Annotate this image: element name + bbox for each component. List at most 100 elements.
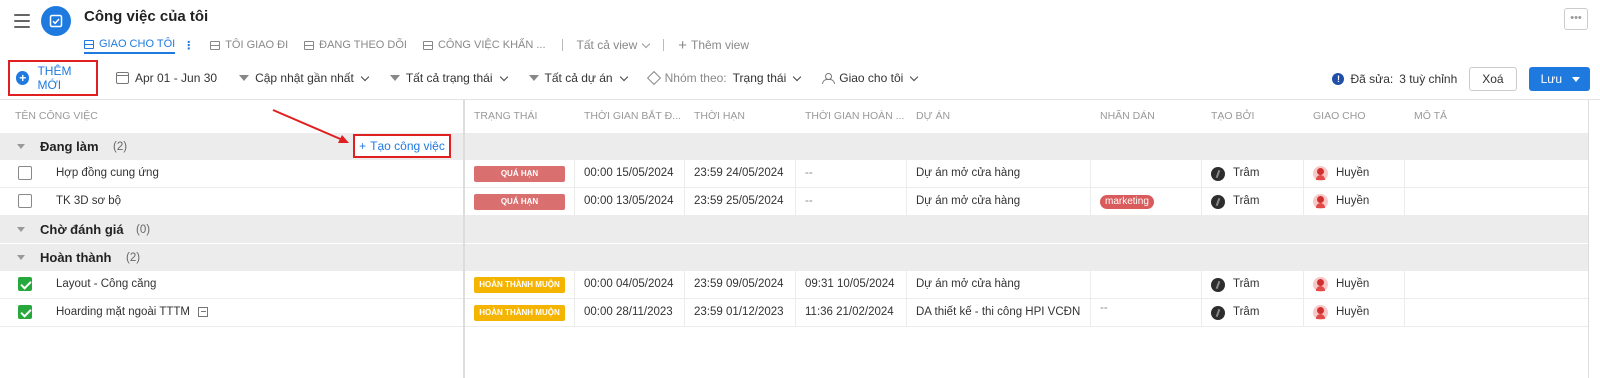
- add-new-button[interactable]: + THÊM MỚI: [8, 60, 98, 96]
- task-name[interactable]: TK 3D sơ bộ: [56, 188, 121, 215]
- table-icon: [84, 39, 94, 49]
- project-name[interactable]: Dự án mở cửa hàng: [916, 271, 1020, 298]
- table-row[interactable]: Layout - Công căng HOÀN THÀNH MUỘN 00:00…: [0, 271, 1588, 299]
- tab-urgent[interactable]: CÔNG VIỆC KHẨN ...: [422, 36, 546, 54]
- more-options-button[interactable]: •••: [1564, 8, 1588, 30]
- project-name[interactable]: Dự án mở cửa hàng: [916, 160, 1020, 187]
- menu-icon[interactable]: [14, 14, 30, 28]
- deadline: 23:59 01/12/2023: [694, 306, 784, 318]
- task-table: TÊN CÔNG VIỆC TRẠNG THÁI THỜI GIAN BẮT Đ…: [0, 99, 1600, 378]
- filter-bar: Apr 01 - Jun 30 Cập nhật gần nhất Tất cả…: [116, 70, 939, 86]
- add-view-button[interactable]: + Thêm view: [678, 38, 749, 53]
- collapse-caret-icon[interactable]: [17, 144, 25, 149]
- avatar: [1313, 277, 1328, 292]
- start-time: 00:00 04/05/2024: [584, 278, 674, 290]
- status-badge[interactable]: HOÀN THÀNH MUỘN: [474, 305, 565, 321]
- status-badge[interactable]: QUÁ HẠN: [474, 166, 565, 182]
- avatar: [1313, 166, 1328, 181]
- deadline: 23:59 24/05/2024: [694, 167, 784, 179]
- group-row[interactable]: Chờ đánh giá (0): [0, 216, 1588, 243]
- start-time: 00:00 28/11/2023: [584, 306, 673, 318]
- view-actions: ! Đã sửa: 3 tuỳ chỉnh Xoá Lưu: [1332, 67, 1590, 91]
- info-icon: !: [1332, 73, 1345, 85]
- column-header-status[interactable]: TRẠNG THÁI: [474, 100, 574, 133]
- chevron-down-icon: [619, 72, 628, 81]
- divider: [663, 39, 665, 51]
- tab-following[interactable]: ĐANG THEO DÕI: [304, 36, 407, 54]
- group-count: (2): [113, 141, 128, 153]
- completed-time: --: [805, 195, 813, 207]
- assignee-cell: Huyền: [1313, 188, 1369, 215]
- status-badge[interactable]: HOÀN THÀNH MUỘN: [474, 277, 565, 293]
- group-row[interactable]: Đang làm (2): [0, 133, 1588, 160]
- task-name-cell[interactable]: Hoarding mặt ngoài TTTM: [56, 299, 209, 326]
- completed-time: --: [805, 167, 813, 179]
- column-header-completed[interactable]: THỜI GIAN HOÀN ...: [805, 100, 905, 133]
- column-header-assignee[interactable]: GIAO CHO: [1313, 100, 1403, 133]
- collapse-caret-icon[interactable]: [17, 255, 25, 260]
- table-row[interactable]: TK 3D sơ bộ QUÁ HẠN 00:00 13/05/2024 23:…: [0, 188, 1588, 216]
- task-checkbox[interactable]: [18, 194, 32, 208]
- column-header-creator[interactable]: TẠO BỞI: [1211, 100, 1301, 133]
- project-name[interactable]: Dự án mở cửa hàng: [916, 188, 1020, 215]
- tab-options-icon[interactable]: ⋮: [183, 39, 194, 52]
- start-time: 00:00 15/05/2024: [584, 167, 674, 179]
- label-tag[interactable]: marketing: [1100, 195, 1154, 209]
- tab-assigned-to-me[interactable]: GIAO CHO TÔI: [84, 36, 176, 54]
- filter-icon: [239, 75, 250, 81]
- chevron-down-icon: [360, 72, 370, 81]
- group-name: Đang làm: [40, 139, 99, 154]
- completed-time: 09:31 10/05/2024: [805, 278, 895, 290]
- avatar: [1313, 305, 1328, 320]
- page-title: Công việc của tôi: [84, 8, 209, 25]
- task-checkbox[interactable]: [18, 277, 32, 291]
- create-task-button[interactable]: + Tạo công việc: [353, 134, 451, 158]
- plus-icon: +: [678, 36, 687, 54]
- creator-cell: Trâm: [1211, 188, 1259, 215]
- task-name[interactable]: Layout - Công căng: [56, 271, 156, 298]
- table-icon: [304, 40, 315, 50]
- collapse-caret-icon[interactable]: [17, 227, 25, 232]
- column-header-deadline[interactable]: THỜI HẠN: [694, 100, 794, 133]
- tab-i-assigned[interactable]: TÔI GIAO ĐI: [210, 36, 288, 54]
- project-name[interactable]: DA thiết kế - thi công HPI VCĐN: [916, 299, 1080, 326]
- header: Công việc của tôi GIAO CHO TÔI ⋮ TÔI GIA…: [0, 0, 1600, 56]
- chevron-down-icon: [910, 72, 919, 81]
- column-splitter[interactable]: [463, 100, 465, 378]
- subtask-icon: [198, 306, 209, 317]
- completed-time: 11:36 21/02/2024: [805, 306, 894, 318]
- status-badge[interactable]: QUÁ HẠN: [474, 194, 565, 210]
- column-header-name[interactable]: TÊN CÔNG VIỆC: [15, 100, 215, 133]
- group-count: (2): [126, 252, 141, 264]
- status-filter-dropdown[interactable]: Tất cả trạng thái: [389, 71, 508, 85]
- table-row[interactable]: Hợp đồng cung ứng QUÁ HẠN 00:00 15/05/20…: [0, 160, 1588, 188]
- edited-notice: ! Đã sửa: 3 tuỳ chỉnh: [1332, 72, 1457, 86]
- date-range-picker[interactable]: Apr 01 - Jun 30: [116, 71, 217, 85]
- layers-icon: [646, 70, 661, 86]
- column-header-start[interactable]: THỜI GIAN BẮT Đ...: [584, 100, 684, 133]
- assignee-cell: Huyền: [1313, 299, 1369, 326]
- column-header-label[interactable]: NHÃN DÁN: [1100, 100, 1200, 133]
- creator-cell: Trâm: [1211, 160, 1259, 187]
- task-checkbox[interactable]: [18, 166, 32, 180]
- toolbar: + THÊM MỚI Apr 01 - Jun 30 Cập nhật gần …: [0, 60, 1600, 98]
- group-by-dropdown[interactable]: Nhóm theo: Trạng thái: [646, 70, 802, 86]
- group-row[interactable]: Hoàn thành (2): [0, 244, 1588, 271]
- sort-dropdown[interactable]: Cập nhật gần nhất: [239, 71, 370, 85]
- project-filter-dropdown[interactable]: Tất cả dự án: [528, 71, 628, 85]
- save-button[interactable]: Lưu: [1528, 67, 1590, 91]
- user-icon: [822, 72, 836, 84]
- table-row[interactable]: Hoarding mặt ngoài TTTM HOÀN THÀNH MUỘN …: [0, 299, 1588, 327]
- task-checkbox[interactable]: [18, 305, 32, 319]
- task-name[interactable]: Hợp đồng cung ứng: [56, 160, 159, 187]
- avatar: [1211, 194, 1225, 209]
- group-name: Hoàn thành: [40, 250, 112, 265]
- task-app-icon: [41, 6, 71, 36]
- discard-button[interactable]: Xoá: [1469, 67, 1517, 91]
- start-time: 00:00 13/05/2024: [584, 195, 674, 207]
- all-views-dropdown[interactable]: Tất cả view: [577, 38, 651, 52]
- assignee-filter-dropdown[interactable]: Giao cho tôi: [822, 71, 919, 85]
- filter-icon: [389, 75, 400, 81]
- column-header-description[interactable]: MÔ TẢ: [1414, 100, 1504, 133]
- column-header-project[interactable]: DỰ ÁN: [916, 100, 1016, 133]
